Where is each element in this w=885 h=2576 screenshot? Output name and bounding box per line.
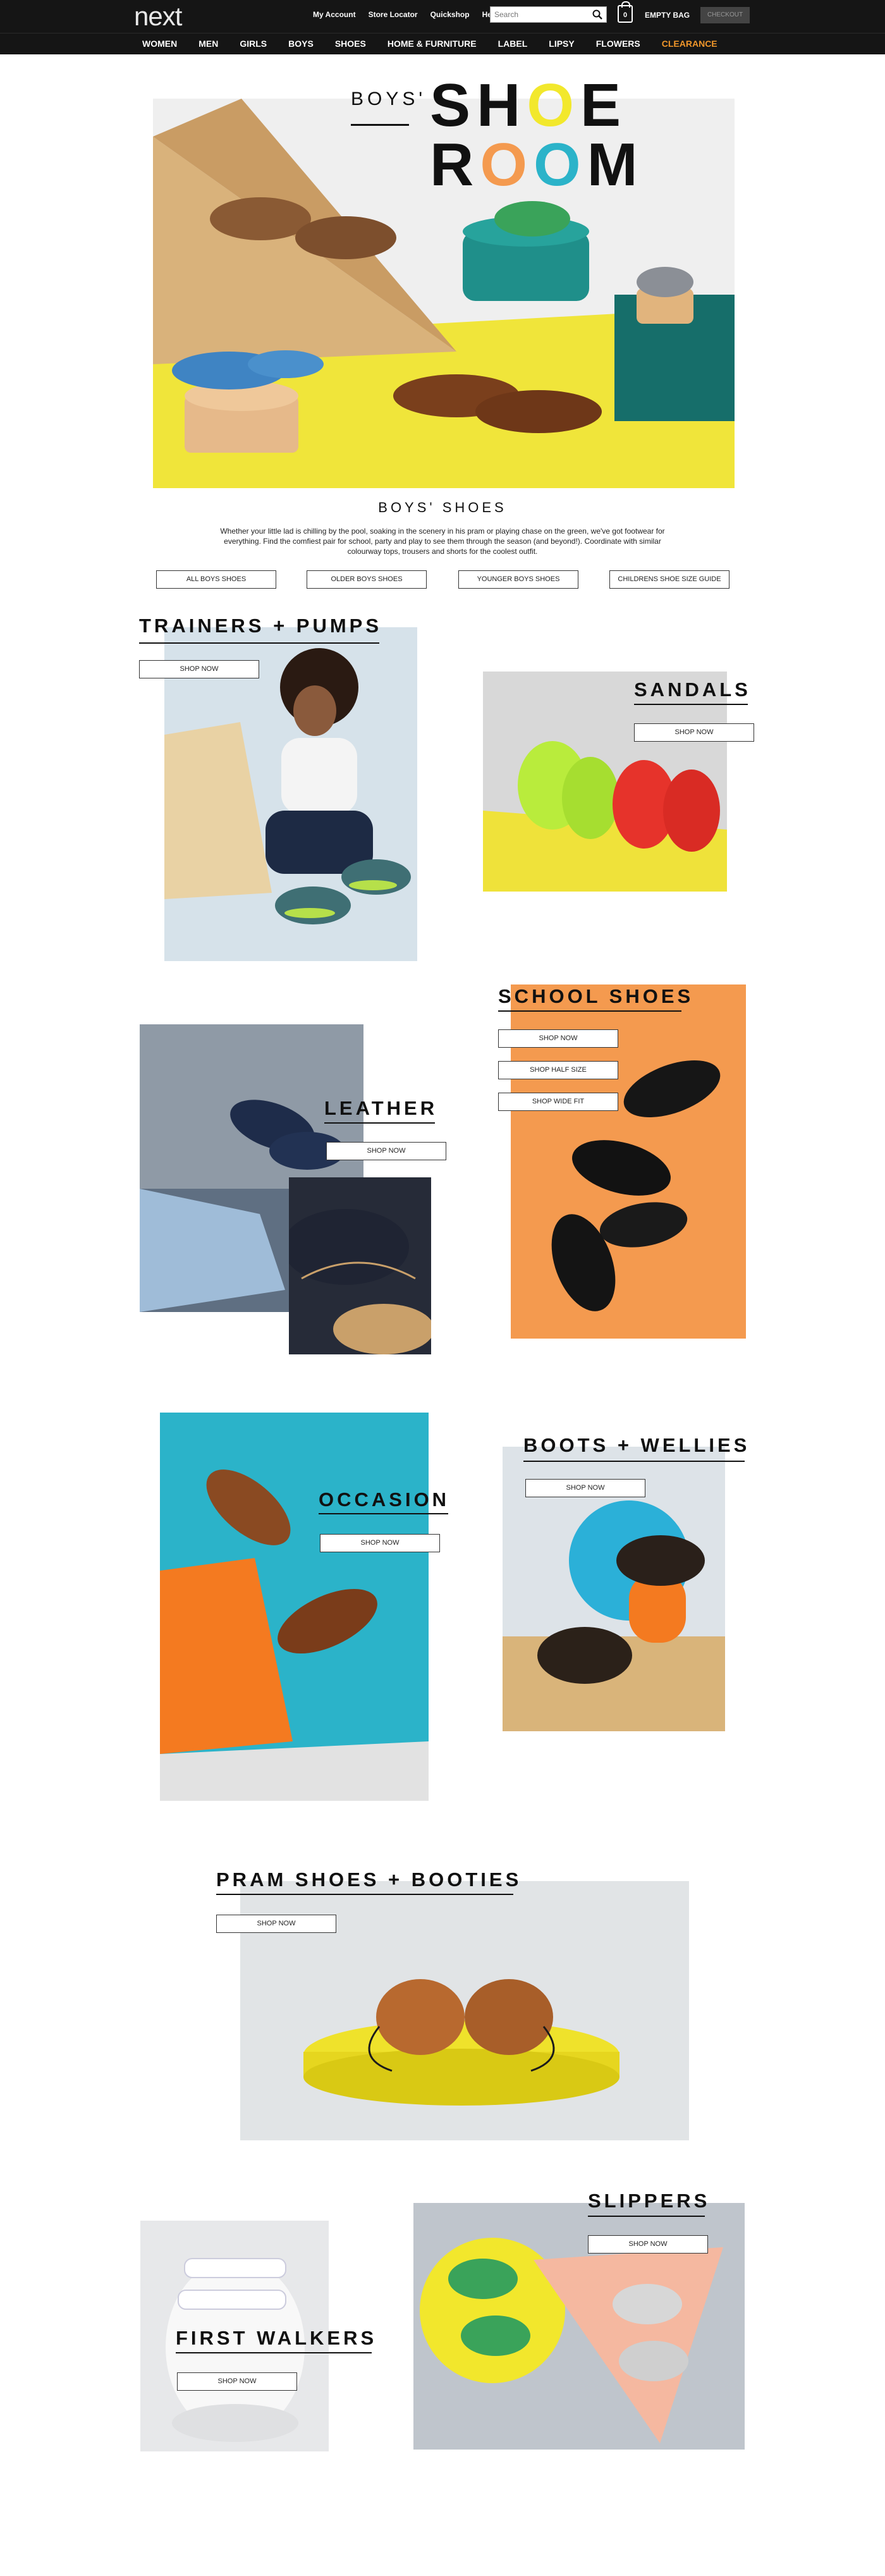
nav-clearance[interactable]: CLEARANCE bbox=[662, 39, 717, 49]
account-links: My Account Store Locator Quickshop Help bbox=[313, 10, 499, 19]
bag-icon[interactable]: 0 bbox=[618, 1, 633, 23]
hero-room-word: ROOM bbox=[430, 130, 644, 200]
leather-illustration-2 bbox=[289, 1177, 431, 1354]
hero-letter: H bbox=[477, 71, 527, 139]
leather-shop-now-button[interactable]: SHOP NOW bbox=[326, 1142, 446, 1160]
hero-letter: O bbox=[534, 131, 587, 199]
hero-letter: O bbox=[480, 131, 534, 199]
occasion-shop-now-button[interactable]: SHOP NOW bbox=[320, 1534, 440, 1552]
all-boys-shoes-button[interactable]: ALL BOYS SHOES bbox=[156, 570, 276, 589]
hero-letter: E bbox=[580, 71, 628, 139]
nav-shoes[interactable]: SHOES bbox=[335, 39, 366, 49]
school-shop-half-size-button[interactable]: SHOP HALF SIZE bbox=[498, 1061, 618, 1079]
search-box bbox=[490, 6, 607, 23]
sandals-title: SANDALS bbox=[634, 678, 751, 701]
boots-shop-now-button[interactable]: SHOP NOW bbox=[525, 1479, 645, 1497]
pram-shop-now-button[interactable]: SHOP NOW bbox=[216, 1915, 336, 1933]
slippers-title: SLIPPERS bbox=[588, 2190, 711, 2212]
nav-flowers[interactable]: FLOWERS bbox=[596, 39, 640, 49]
next-logo[interactable]: next bbox=[134, 3, 182, 30]
older-boys-shoes-button[interactable]: OLDER BOYS SHOES bbox=[307, 570, 427, 589]
nav-girls[interactable]: GIRLS bbox=[240, 39, 267, 49]
boots-title: BOOTS + WELLIES bbox=[523, 1434, 750, 1456]
checkout-button[interactable]: CHECKOUT bbox=[700, 7, 750, 23]
school-shop-wide-fit-button[interactable]: SHOP WIDE FIT bbox=[498, 1093, 618, 1111]
sandals-shop-now-button[interactable]: SHOP NOW bbox=[634, 723, 754, 742]
nav-men[interactable]: MEN bbox=[198, 39, 218, 49]
top-bar: next My Account Store Locator Quickshop … bbox=[0, 0, 885, 33]
trainers-shop-now-button[interactable]: SHOP NOW bbox=[139, 660, 259, 678]
leather-image-2[interactable] bbox=[289, 1177, 431, 1354]
school-shoes-underline bbox=[498, 1010, 681, 1012]
trainers-underline bbox=[139, 642, 379, 644]
intro-text: Whether your little lad is chilling by t… bbox=[220, 527, 665, 556]
boots-underline bbox=[523, 1461, 745, 1462]
nav-label[interactable]: LABEL bbox=[498, 39, 528, 49]
occasion-illustration bbox=[160, 1413, 429, 1801]
quickshop-link[interactable]: Quickshop bbox=[430, 10, 470, 19]
leather-title: LEATHER bbox=[324, 1097, 438, 1119]
occasion-underline bbox=[319, 1513, 448, 1514]
bag-label[interactable]: EMPTY BAG bbox=[645, 11, 690, 20]
hero-letter: S bbox=[430, 71, 477, 139]
nav-boys[interactable]: BOYS bbox=[288, 39, 314, 49]
sandals-underline bbox=[634, 704, 748, 705]
nav-lipsy[interactable]: LIPSY bbox=[549, 39, 574, 49]
hero-boys-word: BOYS' bbox=[351, 89, 427, 109]
hero-letter: M bbox=[587, 131, 644, 199]
my-account-link[interactable]: My Account bbox=[313, 10, 356, 19]
store-locator-link[interactable]: Store Locator bbox=[369, 10, 418, 19]
first-walkers-title: FIRST WALKERS bbox=[176, 2327, 377, 2349]
younger-boys-shoes-button[interactable]: YOUNGER BOYS SHOES bbox=[458, 570, 578, 589]
section-title: BOYS' SHOES bbox=[378, 500, 507, 515]
first-walkers-underline bbox=[176, 2352, 372, 2353]
school-shop-now-button[interactable]: SHOP NOW bbox=[498, 1029, 618, 1048]
nav-women[interactable]: WOMEN bbox=[142, 39, 177, 49]
occasion-title: OCCASION bbox=[319, 1488, 450, 1511]
hero-shoe-text: SHOE bbox=[430, 71, 627, 139]
nav-home-furniture[interactable]: HOME & FURNITURE bbox=[388, 39, 477, 49]
main-nav: WOMEN MEN GIRLS BOYS SHOES HOME & FURNIT… bbox=[0, 33, 885, 54]
pram-shoes-title: PRAM SHOES + BOOTIES bbox=[216, 1868, 522, 1891]
hero-letter: O bbox=[527, 71, 581, 139]
school-shoes-title: SCHOOL SHOES bbox=[498, 985, 694, 1007]
first-walkers-shop-now-button[interactable]: SHOP NOW bbox=[177, 2372, 297, 2391]
trainers-title: TRAINERS + PUMPS bbox=[139, 615, 382, 637]
slippers-shop-now-button[interactable]: SHOP NOW bbox=[588, 2235, 708, 2254]
slippers-underline bbox=[588, 2216, 705, 2217]
search-input[interactable] bbox=[491, 7, 585, 22]
hero-underline bbox=[351, 124, 409, 126]
hero-room-text: ROOM bbox=[430, 131, 644, 199]
hero-letter: R bbox=[430, 131, 480, 199]
leather-underline bbox=[324, 1122, 435, 1124]
pram-shoes-underline bbox=[216, 1894, 513, 1895]
size-guide-button[interactable]: CHILDRENS SHOE SIZE GUIDE bbox=[609, 570, 729, 589]
occasion-image[interactable] bbox=[160, 1413, 429, 1801]
search-icon[interactable] bbox=[592, 9, 602, 20]
